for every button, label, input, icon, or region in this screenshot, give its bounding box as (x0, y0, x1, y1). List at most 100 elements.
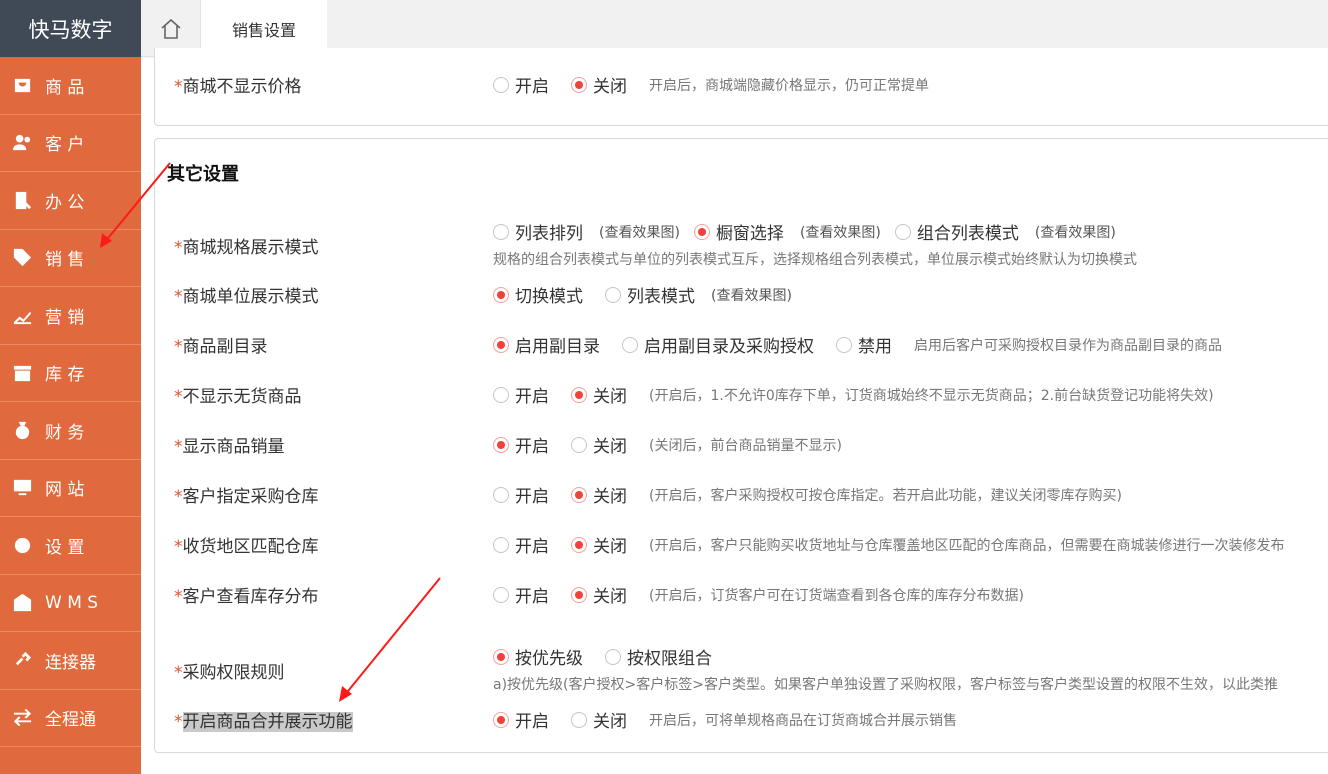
radio-button[interactable] (571, 486, 587, 503)
radio-option[interactable]: 关闭 (571, 707, 627, 732)
radio-button[interactable] (493, 286, 509, 303)
sidebar-item-10[interactable]: 连接器 (0, 632, 141, 690)
radio-option[interactable]: 组合列表模式 (894, 219, 1019, 244)
radio-option[interactable]: 开启 (493, 482, 549, 507)
money-bag-icon (11, 419, 33, 441)
radio-button[interactable] (571, 386, 587, 403)
sidebar-item-label: 客 户 (45, 135, 85, 156)
link-icon (11, 649, 33, 671)
radio-option[interactable]: 关闭 (571, 72, 627, 97)
radio-label: 开启 (515, 587, 549, 607)
trend-icon (11, 304, 33, 326)
setting-hint: (关闭后，前台商品销量不显示) (649, 437, 842, 454)
radio-label: 启用副目录 (515, 337, 600, 357)
radio-option[interactable]: 关闭 (571, 582, 627, 607)
sidebar-item-4[interactable]: 营 销 (0, 287, 141, 345)
radio-option[interactable]: 开启 (493, 432, 549, 457)
view-effect-link[interactable]: (查看效果图) (711, 285, 792, 305)
radio-option[interactable]: 启用副目录及采购授权 (622, 332, 814, 357)
radio-button[interactable] (493, 436, 509, 453)
setting-label: *商品副目录 (174, 337, 268, 357)
radio-option[interactable]: 橱窗选择 (693, 219, 784, 244)
radio-option[interactable]: 列表模式 (605, 282, 695, 307)
radio-button[interactable] (571, 536, 587, 553)
sidebar-item-3[interactable]: 销 售 (0, 230, 141, 287)
radio-option[interactable]: 启用副目录 (493, 332, 600, 357)
setting-label: *开启商品合并展示功能 (174, 712, 353, 732)
sidebar-item-label: 连接器 (45, 652, 96, 673)
radio-label: 启用副目录及采购授权 (644, 337, 814, 357)
setting-label: *采购权限规则 (174, 663, 285, 683)
radio-button[interactable] (571, 76, 587, 93)
radio-button[interactable] (571, 586, 587, 603)
radio-button[interactable] (622, 336, 638, 353)
radio-label: 关闭 (593, 437, 627, 457)
radio-option[interactable]: 按优先级 (493, 644, 583, 669)
radio-button[interactable] (493, 336, 509, 353)
radio-option[interactable]: 列表排列 (493, 219, 583, 244)
price-setting-card: *商城不显示价格 开启 关闭 开启后，商城端隐藏价格显示，仍可正常提单 (154, 48, 1328, 126)
sidebar-nav: 商 品客 户办 公销 售营 销库 存财 务网 站设 置 W M S 连接器全程通 (0, 57, 141, 747)
sidebar-item-label: 商 品 (45, 77, 85, 98)
radio-option[interactable]: 切换模式 (493, 282, 583, 307)
radio-option[interactable]: 关闭 (571, 432, 627, 457)
radio-label: 关闭 (593, 77, 627, 97)
setting-label: *商城单位展示模式 (174, 287, 319, 307)
view-effect-link[interactable]: (查看效果图) (599, 222, 680, 242)
setting-options: 开启 关闭 (开启后，订货客户可在订货端查看到各仓库的库存分布数据) (493, 582, 1024, 607)
app-logo: 快马数字 (0, 0, 141, 57)
radio-button[interactable] (493, 76, 509, 93)
sidebar-item-label: 网 站 (45, 480, 85, 501)
storage-icon (11, 362, 33, 384)
radio-label: 橱窗选择 (715, 224, 784, 244)
sidebar-item-label: 设 置 (45, 537, 85, 558)
view-effect-link[interactable]: (查看效果图) (800, 222, 881, 242)
radio-option[interactable]: 开启 (493, 532, 549, 557)
radio-button[interactable] (493, 586, 509, 603)
radio-option[interactable]: 开启 (493, 72, 549, 97)
sidebar-item-7[interactable]: 网 站 (0, 460, 141, 517)
radio-option[interactable]: 禁用 (836, 332, 892, 357)
radio-option[interactable]: 按权限组合 (605, 644, 712, 669)
radio-button[interactable] (693, 223, 710, 240)
radio-option[interactable]: 关闭 (571, 482, 627, 507)
setting-hint: (开启后，客户只能购买收货地址与仓库覆盖地区匹配的仓库商品，但需要在商城装修进行… (649, 537, 1285, 554)
sidebar-item-5[interactable]: 库 存 (0, 345, 141, 402)
sidebar-item-9[interactable]: W M S (0, 575, 141, 632)
sidebar-item-11[interactable]: 全程通 (0, 690, 141, 747)
sidebar: 快马数字 商 品客 户办 公销 售营 销库 存财 务网 站设 置 W M S 连接器… (0, 0, 141, 774)
radio-button[interactable] (571, 711, 587, 728)
radio-button[interactable] (493, 486, 509, 503)
setting-options: 开启 关闭 (开启后，客户采购授权可按仓库指定。若开启此功能，建议关闭零库存购买) (493, 482, 1122, 507)
radio-button[interactable] (493, 223, 509, 240)
setting-hint: 开启后，可将单规格商品在订货商城合并展示销售 (649, 712, 957, 729)
radio-option[interactable]: 开启 (493, 707, 549, 732)
sidebar-item-6[interactable]: 财 务 (0, 402, 141, 460)
setting-options: 按优先级 按权限组合 (493, 644, 734, 669)
radio-button[interactable] (605, 286, 621, 303)
radio-button[interactable] (493, 648, 509, 665)
section-title: 其它设置 (167, 164, 239, 185)
sidebar-item-0[interactable]: 商 品 (0, 57, 141, 115)
radio-label: 关闭 (593, 712, 627, 732)
sidebar-item-2[interactable]: 办 公 (0, 172, 141, 230)
setting-hint: 开启后，商城端隐藏价格显示，仍可正常提单 (649, 77, 929, 94)
setting-options: 开启 关闭 开启后，商城端隐藏价格显示，仍可正常提单 (493, 72, 929, 97)
setting-description: a)按优先级(客户授权>客户标签>客户类型。如果客户单独设置了采购权限，客户标签… (493, 677, 1278, 693)
radio-option[interactable]: 关闭 (571, 532, 627, 557)
radio-label: 列表模式 (627, 287, 695, 307)
radio-button[interactable] (894, 223, 911, 240)
radio-button[interactable] (493, 711, 509, 728)
sidebar-item-1[interactable]: 客 户 (0, 115, 141, 172)
radio-option[interactable]: 开启 (493, 582, 549, 607)
sidebar-item-8[interactable]: 设 置 (0, 517, 141, 575)
radio-button[interactable] (605, 648, 621, 665)
radio-button[interactable] (493, 536, 509, 553)
radio-option[interactable]: 开启 (493, 382, 549, 407)
radio-option[interactable]: 关闭 (571, 382, 627, 407)
sidebar-item-label: 办 公 (45, 192, 85, 213)
radio-button[interactable] (836, 336, 852, 353)
radio-button[interactable] (493, 386, 509, 403)
radio-button[interactable] (571, 436, 587, 453)
view-effect-link[interactable]: (查看效果图) (1035, 222, 1116, 242)
